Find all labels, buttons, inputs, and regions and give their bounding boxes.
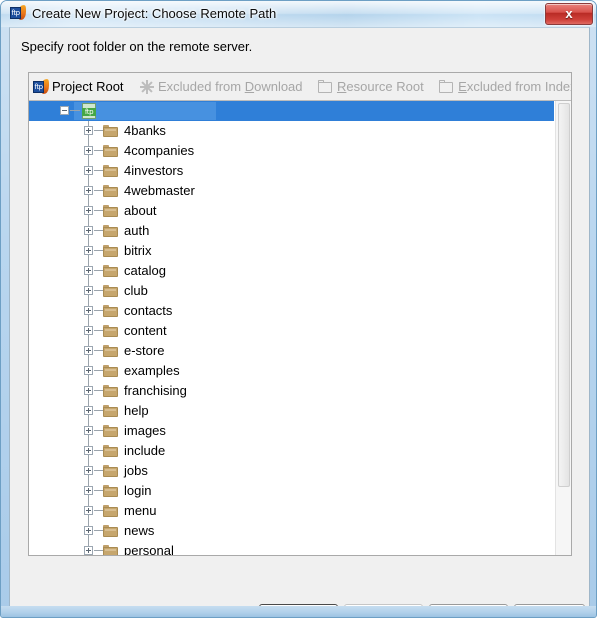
toolbar-item-label: Excluded from Indexing xyxy=(458,78,571,94)
tree-row[interactable]: 4investors xyxy=(29,161,554,181)
tree-scrollbar-thumb[interactable] xyxy=(558,103,570,487)
folder-icon xyxy=(103,345,118,357)
ftp-flame-icon xyxy=(33,78,51,95)
tree-row[interactable]: e-store xyxy=(29,341,554,361)
dialog-window: Create New Project: Choose Remote Path x… xyxy=(0,0,597,618)
tree-row[interactable]: catalog xyxy=(29,261,554,281)
tree-expander[interactable] xyxy=(84,166,93,175)
tree-row[interactable]: menu xyxy=(29,501,554,521)
folder-icon xyxy=(103,225,118,237)
titlebar: Create New Project: Choose Remote Path x xyxy=(1,1,596,27)
tree-expander[interactable] xyxy=(84,226,93,235)
ftp-document-icon xyxy=(81,103,97,119)
tree-row[interactable]: content xyxy=(29,321,554,341)
path-mark-toolbar: Project Root Excluded from Download Reso… xyxy=(29,73,571,101)
folder-icon xyxy=(103,405,118,417)
folder-icon xyxy=(103,245,118,257)
tree-expander[interactable] xyxy=(84,206,93,215)
toolbar-item-excluded-from-indexing[interactable]: Excluded from Indexing xyxy=(435,73,571,100)
folder-outline-icon xyxy=(317,79,334,95)
tree-expander[interactable] xyxy=(84,366,93,375)
folder-icon xyxy=(103,525,118,537)
tree-expander[interactable] xyxy=(84,386,93,395)
tree-expander[interactable] xyxy=(84,306,93,315)
ftp-flame-icon xyxy=(10,4,28,22)
window-bottom-edge xyxy=(1,606,596,617)
tree-row[interactable]: about xyxy=(29,201,554,221)
folder-icon xyxy=(103,445,118,457)
remote-path-panel: Project Root Excluded from Download Reso… xyxy=(28,72,572,556)
tree-expander[interactable] xyxy=(84,326,93,335)
folder-icon xyxy=(103,165,118,177)
tree-expander[interactable] xyxy=(84,346,93,355)
tree-vertical-scrollbar[interactable] xyxy=(555,101,571,555)
folder-icon xyxy=(103,145,118,157)
tree-expander[interactable] xyxy=(84,506,93,515)
tree-row[interactable]: include xyxy=(29,441,554,461)
tree-expander-root[interactable] xyxy=(60,106,69,115)
tree-expander[interactable] xyxy=(84,446,93,455)
folder-icon xyxy=(103,305,118,317)
folder-icon xyxy=(103,425,118,437)
folder-icon xyxy=(103,285,118,297)
tree-row[interactable]: contacts xyxy=(29,301,554,321)
toolbar-item-label: Resource Root xyxy=(336,78,424,94)
tree-row-root[interactable] xyxy=(29,101,554,121)
folder-icon xyxy=(103,545,118,555)
tree-expander[interactable] xyxy=(84,266,93,275)
tree-expander[interactable] xyxy=(84,526,93,535)
toolbar-item-project-root[interactable]: Project Root xyxy=(29,73,131,100)
burst-icon xyxy=(139,79,155,95)
close-button[interactable]: x xyxy=(545,3,593,25)
tree-row[interactable]: 4webmaster xyxy=(29,181,554,201)
tree-row[interactable]: 4banks xyxy=(29,121,554,141)
tree-row[interactable]: images xyxy=(29,421,554,441)
folder-icon xyxy=(103,265,118,277)
remote-folder-tree[interactable]: 4banks4companies4investors4webmasterabou… xyxy=(29,101,571,555)
tree-row[interactable]: personal xyxy=(29,541,554,555)
folder-icon xyxy=(103,505,118,517)
tree-expander[interactable] xyxy=(84,546,93,555)
tree-expander[interactable] xyxy=(84,186,93,195)
folder-icon xyxy=(103,465,118,477)
tree-row[interactable]: franchising xyxy=(29,381,554,401)
tree-content: 4banks4companies4investors4webmasterabou… xyxy=(29,101,554,555)
tree-row[interactable]: news xyxy=(29,521,554,541)
toolbar-item-label: Project Root xyxy=(52,78,124,94)
toolbar-item-resource-root[interactable]: Resource Root xyxy=(314,73,431,100)
tree-row[interactable]: jobs xyxy=(29,461,554,481)
toolbar-item-excluded-from-download[interactable]: Excluded from Download xyxy=(135,73,310,100)
tree-row[interactable]: bitrix xyxy=(29,241,554,261)
tree-row[interactable]: login xyxy=(29,481,554,501)
tree-expander[interactable] xyxy=(84,126,93,135)
window-title: Create New Project: Choose Remote Path xyxy=(32,6,277,21)
prompt-text: Specify root folder on the remote server… xyxy=(21,39,253,54)
tree-row[interactable]: auth xyxy=(29,221,554,241)
folder-icon xyxy=(103,125,118,137)
tree-expander[interactable] xyxy=(84,246,93,255)
folder-outline-icon xyxy=(439,79,455,95)
tree-expander[interactable] xyxy=(84,466,93,475)
folder-icon xyxy=(103,185,118,197)
dialog-client-area: Specify root folder on the remote server… xyxy=(9,27,590,617)
folder-icon xyxy=(103,205,118,217)
folder-icon xyxy=(103,485,118,497)
close-icon: x xyxy=(565,6,573,21)
toolbar-item-label: Excluded from Download xyxy=(158,78,303,94)
folder-icon xyxy=(103,325,118,337)
tree-row[interactable]: examples xyxy=(29,361,554,381)
tree-expander[interactable] xyxy=(84,426,93,435)
tree-expander[interactable] xyxy=(84,486,93,495)
tree-expander[interactable] xyxy=(84,286,93,295)
folder-icon xyxy=(103,385,118,397)
tree-expander[interactable] xyxy=(84,146,93,155)
tree-expander[interactable] xyxy=(84,406,93,415)
tree-row[interactable]: club xyxy=(29,281,554,301)
tree-row[interactable]: 4companies xyxy=(29,141,554,161)
tree-row[interactable]: help xyxy=(29,401,554,421)
folder-icon xyxy=(103,365,118,377)
